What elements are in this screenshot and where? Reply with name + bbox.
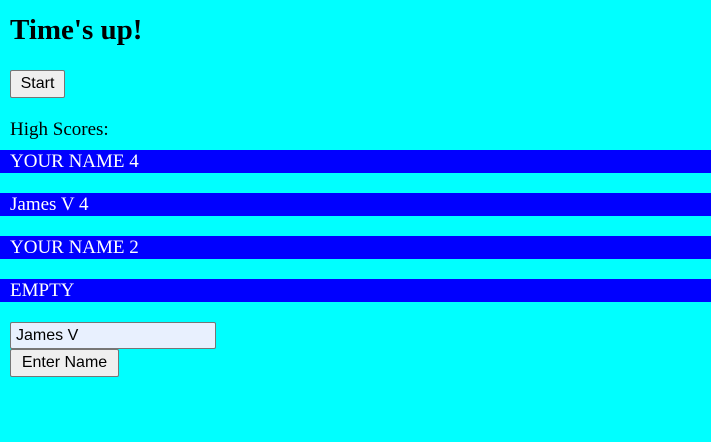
high-score-entry-4: EMPTY xyxy=(0,279,711,302)
enter-name-button[interactable]: Enter Name xyxy=(10,349,119,377)
game-page: Time's up! Start High Scores: YOUR NAME … xyxy=(0,0,711,377)
start-button[interactable]: Start xyxy=(10,70,65,98)
high-score-entry-1: YOUR NAME 4 xyxy=(0,150,711,173)
high-score-entry-2: James V 4 xyxy=(0,193,711,216)
start-container: Start xyxy=(10,70,711,98)
page-title: Time's up! xyxy=(10,14,143,46)
high-scores-label: High Scores: xyxy=(10,119,109,140)
name-input[interactable] xyxy=(10,322,216,349)
high-score-entry-3: YOUR NAME 2 xyxy=(0,236,711,259)
high-scores-list: YOUR NAME 4 James V 4 YOUR NAME 2 EMPTY xyxy=(0,150,711,302)
